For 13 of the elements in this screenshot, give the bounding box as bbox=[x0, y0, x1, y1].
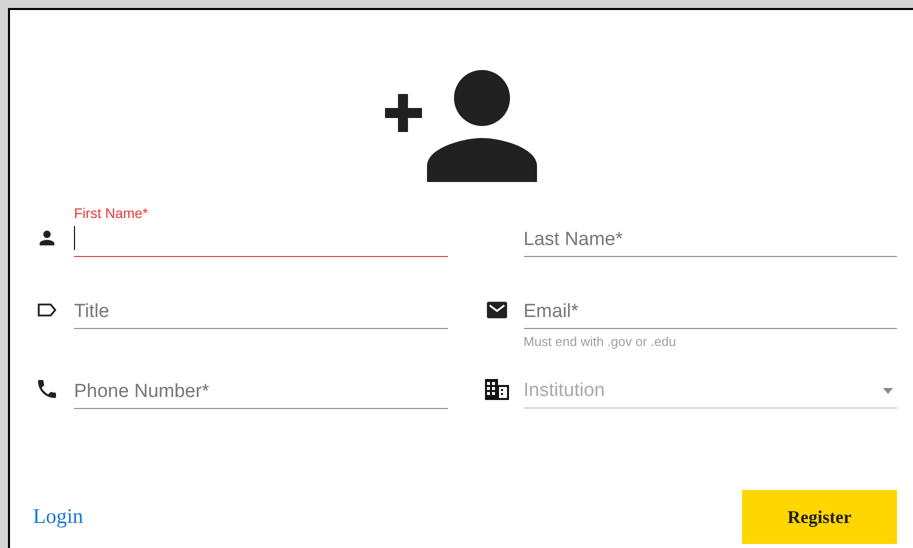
select-field[interactable]: Institution bbox=[524, 375, 897, 409]
input-field[interactable]: Last Name* bbox=[524, 223, 897, 257]
input-field[interactable]: Email* bbox=[524, 295, 897, 329]
first-name-field[interactable]: First Name* bbox=[74, 206, 448, 257]
dropdown-caret-icon bbox=[883, 388, 893, 394]
add-user-icon bbox=[384, 70, 538, 182]
building-icon bbox=[484, 377, 510, 401]
phone-icon bbox=[35, 377, 59, 401]
register-button[interactable]: Register bbox=[742, 490, 897, 544]
helper-text: Must end with .gov or .edu bbox=[524, 334, 676, 350]
login-link[interactable]: Login bbox=[33, 501, 84, 533]
input-field[interactable]: Title bbox=[74, 295, 448, 329]
input-field[interactable]: Phone Number* bbox=[74, 375, 448, 409]
